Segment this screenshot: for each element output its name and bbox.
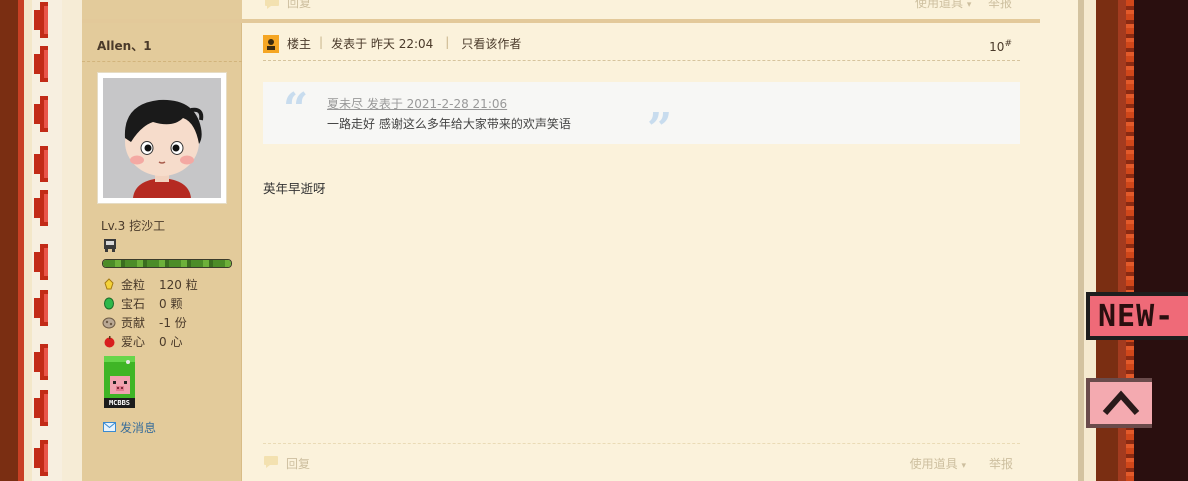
quote-text: 一路走好 感谢这么多年给大家带来的欢声笑语 — [327, 117, 571, 131]
bracket-ornament — [34, 440, 48, 476]
avatar-image — [103, 78, 221, 198]
reply-button[interactable]: 回复 — [263, 455, 310, 472]
experience-bar-fill — [103, 260, 231, 267]
back-to-top-button[interactable] — [1086, 378, 1152, 428]
mcbbs-badge-text: MCBBS — [108, 399, 131, 407]
envelope-icon — [103, 421, 116, 435]
stat-label: 贡献 — [121, 315, 146, 330]
bracket-ornament — [34, 244, 48, 280]
reply-bubble-icon — [263, 455, 279, 472]
use-tools-button[interactable]: 使用道具 ▾ — [910, 455, 966, 472]
stat-contribution: 贡献 -1 份 — [102, 314, 187, 330]
chevron-down-icon: ▾ — [961, 461, 966, 471]
emerald-icon — [102, 296, 116, 310]
stat-gold: 金粒 120 粒 — [102, 276, 198, 292]
new-tag-label: NEW- — [1098, 298, 1175, 334]
thread-starter-icon — [263, 35, 279, 53]
level-badge-icon — [102, 237, 118, 256]
send-message-button[interactable]: 发消息 — [103, 419, 156, 436]
gold-nugget-icon — [102, 277, 116, 291]
avatar-boy-icon — [103, 78, 221, 198]
bracket-ornament — [34, 46, 48, 82]
thread-starter-label: 楼主 — [287, 37, 312, 51]
bracket-ornament — [34, 290, 48, 326]
prev-reply-label: 回复 — [287, 0, 312, 10]
prev-tools-label: 使用道具 — [915, 0, 964, 10]
right-gap — [1040, 0, 1078, 481]
close-quote-icon: ” — [647, 104, 673, 155]
report-button[interactable]: 举报 — [989, 455, 1013, 472]
quote-block: “ 夏未尽 发表于 2021-2-28 21:06 一路走好 感谢这么多年给大家… — [263, 82, 1020, 155]
previous-post-footer: 回复 使用道具 ▾ 举报 — [242, 0, 1040, 20]
contribution-icon — [102, 315, 116, 329]
new-post-tag[interactable]: NEW- — [1086, 292, 1188, 340]
bracket-ornament — [34, 2, 48, 38]
mcbbs-medal[interactable]: MCBBS — [104, 356, 135, 408]
prev-report-button[interactable]: 举报 — [988, 0, 1012, 11]
post-time: 发表于 昨天 22:04 — [331, 37, 434, 51]
chevron-down-icon: ▾ — [966, 0, 972, 10]
bracket-ornament — [34, 344, 48, 380]
post-header: 楼主 | 发表于 昨天 22:04 | 只看该作者 10# — [263, 35, 1020, 61]
chevron-up-icon — [1102, 390, 1140, 415]
stat-label: 爱心 — [121, 334, 146, 349]
stat-label: 金粒 — [121, 277, 146, 292]
post-footer: 回复 使用道具 ▾ 举报 — [263, 443, 1020, 481]
floor-number-suffix: # — [1004, 39, 1012, 49]
author-sidebar: Allen、1 Lv.3 挖沙工 金粒 120 粒 宝石 0 颗 贡献 -1 份… — [82, 23, 242, 481]
experience-bar — [102, 259, 232, 268]
avatar[interactable] — [97, 72, 227, 204]
stat-value: 0 颗 — [159, 296, 183, 311]
reply-label: 回复 — [286, 457, 311, 471]
floor-number[interactable]: 10# — [989, 39, 1012, 54]
previous-post-sidebar — [82, 0, 242, 19]
bracket-ornament — [34, 190, 48, 226]
stat-label: 宝石 — [121, 296, 146, 311]
only-author-link[interactable]: 只看该作者 — [461, 35, 521, 52]
post-body: 英年早逝呀 — [263, 181, 326, 196]
bracket-ornament — [34, 146, 48, 182]
send-message-label: 发消息 — [120, 421, 157, 435]
header-separator: | — [319, 35, 324, 49]
quote-source-link[interactable]: 夏未尽 发表于 2021-2-28 21:06 — [327, 95, 507, 112]
open-quote-icon: “ — [283, 84, 309, 135]
reply-bubble-icon — [265, 0, 279, 9]
bracket-ornament — [34, 390, 48, 426]
header-separator: | — [445, 35, 450, 49]
floor-number-value: 10 — [989, 40, 1005, 54]
post-content-area: 楼主 | 发表于 昨天 22:04 | 只看该作者 10# “ 夏未尽 发表于 … — [243, 23, 1040, 481]
author-username[interactable]: Allen、1 — [97, 37, 152, 54]
stat-value: -1 份 — [159, 315, 187, 330]
stat-value: 0 心 — [159, 334, 183, 349]
stat-value: 120 粒 — [159, 277, 198, 292]
left-decorative-border — [0, 0, 82, 481]
prev-tools-button[interactable]: 使用道具 ▾ — [915, 0, 971, 11]
sidebar-divider — [82, 61, 242, 62]
apple-icon — [102, 334, 116, 348]
stat-gem: 宝石 0 颗 — [102, 295, 182, 311]
prev-reply-button[interactable]: 回复 — [264, 0, 311, 11]
user-level: Lv.3 挖沙工 — [101, 219, 166, 233]
bracket-ornament — [34, 96, 48, 132]
stat-love: 爱心 0 心 — [102, 333, 182, 349]
use-tools-label: 使用道具 — [909, 457, 958, 471]
